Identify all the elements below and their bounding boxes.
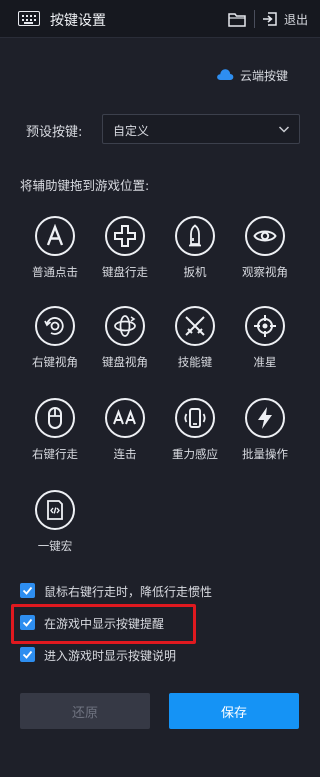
phone-shake-icon [175, 398, 215, 438]
window-title: 按键设置 [50, 13, 106, 29]
tool-label: 批量操作 [242, 447, 288, 461]
checkbox[interactable] [20, 583, 35, 598]
lightning-icon [245, 398, 285, 438]
folder-icon[interactable] [228, 11, 246, 27]
tool-keyboard-walk[interactable]: 键盘行走 [90, 216, 160, 282]
tool-skill-key[interactable]: 技能键 [160, 306, 230, 372]
check-icon [22, 650, 33, 659]
title-bar: 按键设置 退出 [0, 0, 320, 38]
tool-one-key-macro[interactable]: 一键宏 [20, 490, 90, 556]
check-icon [22, 586, 33, 595]
letter-a-icon [35, 216, 75, 256]
preset-label: 预设按键: [26, 125, 83, 140]
tool-trigger[interactable]: 扳机 [160, 216, 230, 282]
double-a-icon [105, 398, 145, 438]
tool-label: 重力感应 [172, 447, 218, 461]
checkbox[interactable] [20, 647, 35, 662]
tool-crosshair[interactable]: 准星 [230, 306, 300, 372]
tool-combo[interactable]: 连击 [90, 398, 160, 464]
tool-label: 右键行走 [32, 447, 78, 461]
highlight-annotation [11, 604, 196, 644]
mouse-icon [35, 398, 75, 438]
tool-label: 观察视角 [242, 265, 288, 279]
tool-normal-click[interactable]: 普通点击 [20, 216, 90, 282]
tool-right-click-walk[interactable]: 右键行走 [20, 398, 90, 464]
option-label: 进入游戏时显示按键说明 [44, 649, 177, 663]
dpad-icon [105, 216, 145, 256]
drag-hint: 将辅助键拖到游戏位置: [20, 178, 150, 193]
tool-label: 键盘视角 [102, 355, 148, 369]
crossed-swords-icon [175, 306, 215, 346]
tool-right-click-view[interactable]: 右键视角 [20, 306, 90, 372]
chevron-down-icon [278, 126, 290, 133]
tool-label: 一键宏 [37, 539, 73, 553]
tool-label: 右键视角 [32, 355, 78, 369]
exit-icon[interactable] [262, 11, 278, 27]
eye-icon [245, 216, 285, 256]
tool-observe-view[interactable]: 观察视角 [230, 216, 300, 282]
preset-value: 自定义 [113, 124, 150, 138]
keyboard-icon [18, 11, 40, 26]
tool-label: 技能键 [177, 355, 213, 369]
tool-label: 连击 [113, 447, 137, 461]
tool-gravity-sensor[interactable]: 重力感应 [160, 398, 230, 464]
cloud-icon [217, 69, 234, 80]
tool-label: 扳机 [183, 265, 207, 279]
tool-batch-operation[interactable]: 批量操作 [230, 398, 300, 464]
rotate-view-icon [35, 306, 75, 346]
save-button[interactable]: 保存 [169, 693, 299, 729]
macro-script-icon [35, 490, 75, 530]
orbit-view-icon [105, 306, 145, 346]
tool-label: 准星 [253, 355, 277, 369]
tool-label: 键盘行走 [102, 265, 148, 279]
bullet-icon [175, 216, 215, 256]
preset-select[interactable]: 自定义 [102, 114, 300, 144]
tool-keyboard-view[interactable]: 键盘视角 [90, 306, 160, 372]
title-separator [254, 10, 255, 28]
exit-button[interactable]: 退出 [284, 11, 308, 28]
tool-label: 普通点击 [32, 265, 78, 279]
crosshair-icon [245, 306, 285, 346]
cloud-keys-label: 云端按键 [240, 69, 289, 83]
option-label: 鼠标右键行走时，降低行走惯性 [44, 585, 213, 599]
reset-button[interactable]: 还原 [20, 693, 150, 729]
